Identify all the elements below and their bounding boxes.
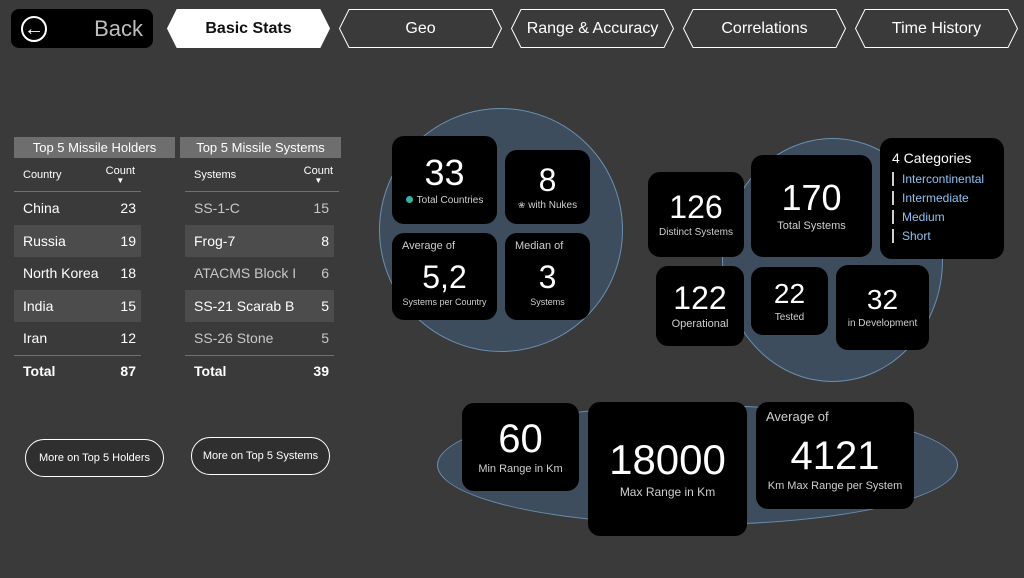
total-systems-card: 170 Total Systems — [751, 155, 872, 257]
back-button[interactable]: ← Back — [11, 9, 153, 48]
table-row: SS-26 Stone 5 — [194, 330, 329, 347]
table-title: Top 5 Missile Holders — [14, 137, 175, 158]
tab-time-history[interactable]: Time History — [855, 9, 1018, 48]
total-countries-card: 33 Total Countries — [392, 136, 497, 224]
table-header: Country Count ▼ — [14, 158, 141, 192]
tab-basic-stats[interactable]: Basic Stats — [167, 9, 330, 48]
category-item[interactable]: Short — [892, 229, 992, 243]
total-systems-value: 170 — [781, 177, 842, 218]
column-count[interactable]: Count ▼ — [304, 165, 333, 185]
systems-table: Top 5 Missile Systems Systems Count ▼ SS-… — [180, 137, 341, 387]
category-item[interactable]: Intercontinental — [892, 172, 992, 186]
distinct-systems-card: 126 Distinct Systems — [648, 172, 744, 257]
avg-range-value: 4121 — [790, 433, 880, 478]
tab-label: Correlations — [721, 19, 808, 37]
max-range-label: Max Range in Km — [619, 485, 716, 499]
back-arrow-icon: ← — [21, 15, 47, 42]
max-range-card: 18000 Max Range in Km — [588, 402, 747, 536]
table-row: Frog-7 8 — [185, 224, 334, 257]
avg-range-label: Km Max Range per System — [767, 479, 903, 492]
sort-down-icon[interactable]: ▼ — [304, 176, 333, 185]
with-nukes-card: 8 ❀ with Nukes — [505, 150, 590, 224]
median-systems-prefix: Median of — [515, 240, 564, 252]
tested-label: Tested — [774, 311, 805, 323]
min-range-card: 60 Min Range in Km — [462, 403, 579, 491]
globe-icon — [405, 196, 413, 204]
operational-value: 122 — [673, 280, 727, 316]
median-systems-card: Median of 3 Systems — [505, 233, 590, 320]
nuke-icon: ❀ — [517, 199, 526, 210]
table-row: SS-21 Scarab B5 — [185, 289, 334, 322]
column-systems: Systems — [194, 168, 237, 181]
min-range-value: 60 — [498, 417, 543, 461]
table-row: North Korea 18 — [23, 265, 136, 282]
category-item[interactable]: Medium — [892, 210, 992, 224]
table-total-row: Total 39 — [185, 354, 334, 388]
distinct-systems-label: Distinct Systems — [659, 227, 733, 238]
in-development-value: 32 — [866, 284, 899, 315]
table-row: China 23 — [23, 200, 136, 217]
back-label: Back — [94, 15, 143, 41]
total-countries-value: 33 — [424, 151, 465, 193]
min-range-label: Min Range in Km — [478, 463, 563, 475]
tab-label: Range & Accuracy — [526, 19, 659, 37]
tab-geo[interactable]: Geo — [339, 9, 502, 48]
table-row: India 15 — [14, 289, 141, 322]
table-title: Top 5 Missile Systems — [180, 137, 341, 158]
with-nukes-value: 8 — [538, 161, 557, 198]
avg-range-prefix: Average of — [766, 409, 829, 424]
in-development-label: in Development — [847, 318, 918, 329]
median-systems-value: 3 — [538, 258, 557, 295]
column-count[interactable]: Count ▼ — [106, 165, 135, 185]
distinct-systems-value: 126 — [669, 189, 723, 225]
tab-range-accuracy[interactable]: Range & Accuracy — [511, 9, 674, 48]
more-holders-button[interactable]: More on Top 5 Holders — [25, 439, 164, 477]
avg-systems-card: Average of 5,2 Systems per Country — [392, 233, 497, 320]
table-header: Systems Count ▼ — [185, 158, 339, 192]
sort-down-icon[interactable]: ▼ — [106, 176, 135, 185]
more-systems-button[interactable]: More on Top 5 Systems — [191, 437, 330, 475]
operational-card: 122 Operational — [656, 266, 744, 346]
avg-systems-label: Systems per Country — [402, 296, 487, 307]
tab-label: Geo — [405, 19, 436, 37]
max-range-value: 18000 — [609, 436, 726, 483]
categories-card: 4 Categories Intercontinental Intermedia… — [880, 138, 1004, 259]
avg-systems-value: 5,2 — [422, 258, 467, 295]
operational-label: Operational — [671, 318, 729, 330]
table-total-row: Total 87 — [14, 354, 141, 388]
total-systems-label: Total Systems — [777, 220, 846, 232]
in-development-card: 32 in Development — [836, 265, 929, 350]
table-row: Russia 19 — [14, 224, 141, 257]
table-row: Iran 12 — [23, 330, 136, 347]
categories-title: 4 Categories — [892, 150, 972, 166]
tested-card: 22 Tested — [751, 267, 828, 335]
tab-label: Basic Stats — [205, 19, 292, 37]
tested-value: 22 — [773, 277, 806, 309]
category-item[interactable]: Intermediate — [892, 191, 992, 205]
table-row: SS-1-C 15 — [194, 200, 329, 217]
avg-systems-prefix: Average of — [402, 240, 456, 252]
median-systems-label: Systems — [530, 296, 565, 307]
column-country: Country — [23, 168, 62, 181]
holders-table: Top 5 Missile Holders Country Count ▼ Chi… — [14, 137, 175, 387]
tab-label: Time History — [891, 19, 982, 37]
with-nukes-label: with Nukes — [528, 199, 578, 211]
table-row: ATACMS Block I6 — [194, 265, 329, 282]
avg-range-card: Average of 4121 Km Max Range per System — [756, 402, 914, 509]
total-countries-label: Total Countries — [416, 194, 484, 206]
tab-correlations[interactable]: Correlations — [683, 9, 846, 48]
